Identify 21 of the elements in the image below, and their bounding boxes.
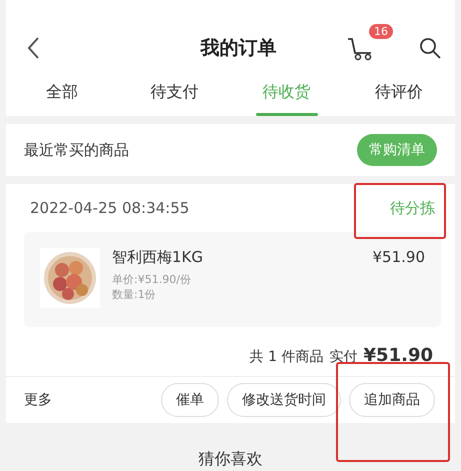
paid-amount: ¥51.90 (364, 345, 433, 366)
order-time: 2022-04-25 08:34:55 (30, 199, 190, 217)
section-label: 最近常买的商品 (24, 140, 129, 160)
item-count: 共 1 件商品 (250, 348, 324, 366)
more-link[interactable]: 更多 (24, 391, 153, 409)
product-name: 智利西梅1KG (112, 248, 204, 267)
order-action-button[interactable]: 追加商品 (349, 383, 435, 417)
back-icon[interactable] (26, 36, 40, 60)
quantity: 数量:1份 (112, 287, 157, 302)
order-tab[interactable]: 待支付 (118, 68, 230, 116)
order-action-button[interactable]: 催单 (161, 383, 219, 417)
cart-count-badge: 16 (369, 24, 393, 39)
page-title: 我的订单 (199, 36, 278, 61)
order-tab[interactable]: 全部 (6, 68, 118, 116)
order-tab[interactable]: 待评价 (342, 68, 455, 116)
search-icon[interactable] (419, 37, 441, 59)
recommend-heading: 猜你喜欢 (198, 449, 262, 470)
product-price: ¥51.90 (372, 248, 425, 268)
order-status: 待分拣 (390, 198, 435, 218)
unit-price: 单价:¥51.90/份 (112, 272, 192, 287)
order-action-button[interactable]: 修改送货时间 (227, 383, 341, 417)
